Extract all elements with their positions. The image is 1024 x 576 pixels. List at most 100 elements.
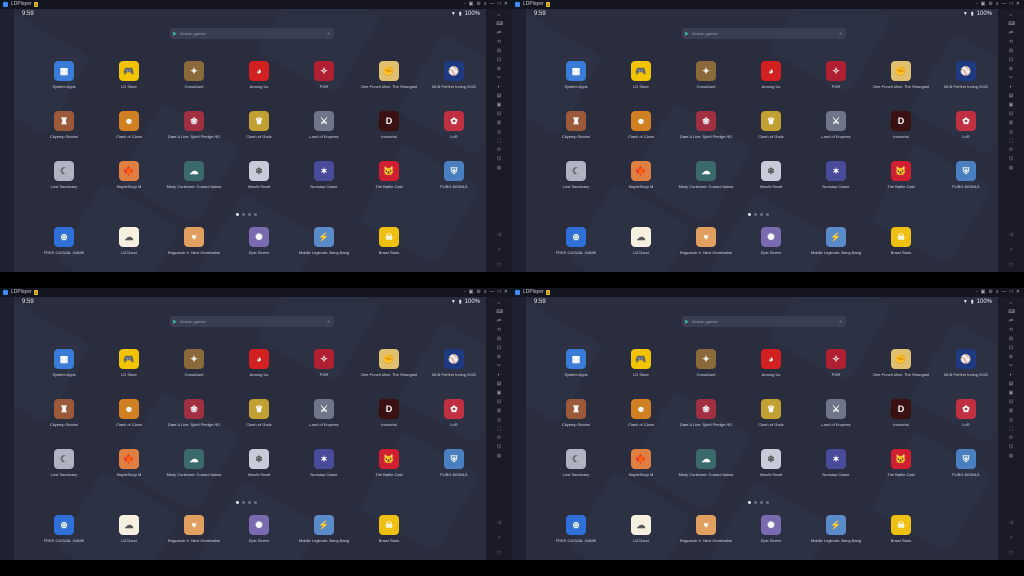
menu-icon[interactable]: ≡: [996, 288, 999, 297]
minimize-button[interactable]: —: [490, 288, 495, 297]
ldcloud-icon[interactable]: ☁: [119, 515, 139, 535]
among-us-icon[interactable]: ◕: [761, 61, 781, 81]
page-dot[interactable]: [248, 501, 251, 504]
recents-icon[interactable]: □: [496, 551, 502, 556]
cityemp-stories-icon[interactable]: ♜: [54, 111, 74, 131]
back-icon[interactable]: ◁: [496, 521, 502, 526]
mlb-perfect-inning-icon[interactable]: ⚾: [444, 61, 464, 81]
pgr-icon[interactable]: ✧: [826, 349, 846, 369]
app-shortcut[interactable]: ◕ Among Us: [741, 61, 801, 101]
app-shortcut[interactable]: ✺ Epic Seven: [741, 515, 801, 555]
page-dot[interactable]: [748, 501, 751, 504]
app-shortcut[interactable]: ✶ Nonstop Game: [806, 161, 866, 201]
page-dot[interactable]: [254, 213, 257, 216]
free-casual-game-icon[interactable]: ⊕: [54, 227, 74, 247]
among-us-icon[interactable]: ◕: [249, 349, 269, 369]
toolbar-button-icon[interactable]: ✂: [496, 364, 502, 369]
home-icon[interactable]: ○: [496, 536, 502, 541]
brawl-stars-icon[interactable]: ☠: [891, 227, 911, 247]
toolbar-button-icon[interactable]: ⬚: [1008, 427, 1014, 432]
app-shortcut[interactable]: ♜ Cityemp Stories: [546, 399, 606, 439]
search-icon[interactable]: ⌕: [839, 319, 842, 325]
land-of-empires-icon[interactable]: ⚔: [314, 111, 334, 131]
app-shortcut[interactable]: ☁ Misty Continent: Cursed Island: [676, 161, 736, 201]
ragnarok-x-icon[interactable]: ♥: [184, 515, 204, 535]
toolbar-button-icon[interactable]: ⊡: [496, 58, 502, 63]
land-of-empires-icon[interactable]: ⚔: [826, 399, 846, 419]
toolbar-button-icon[interactable]: ⌬: [1008, 157, 1014, 162]
mobile-legends-icon[interactable]: ⚡: [826, 227, 846, 247]
toolbar-button-icon[interactable]: ⇄: [496, 319, 502, 324]
toolbar-button-icon[interactable]: ⊟: [1008, 400, 1014, 405]
app-shortcut[interactable]: ❄ Nival's Heart: [229, 161, 289, 201]
back-icon[interactable]: ◁: [1008, 233, 1014, 238]
brawl-stars-icon[interactable]: ☠: [891, 515, 911, 535]
app-shortcut[interactable]: 🐱 The Battle Cats: [359, 449, 419, 489]
window-mode-icon[interactable]: ▫: [976, 0, 978, 9]
toolbar-button-icon[interactable]: ⊞: [1008, 49, 1014, 54]
maplestory-m-icon[interactable]: 🍁: [119, 449, 139, 469]
app-shortcut[interactable]: ◕ Among Us: [229, 61, 289, 101]
app-shortcut[interactable]: ❀ Date A Live: Spirit Pledge HD: [164, 111, 224, 151]
toolbar-button-icon[interactable]: ⊠: [1008, 409, 1014, 414]
app-shortcut[interactable]: ⛨ PUBG MOBILE: [936, 449, 996, 489]
epic-seven-icon[interactable]: ✺: [249, 227, 269, 247]
app-shortcut[interactable]: ✶ Nonstop Game: [806, 449, 866, 489]
app-shortcut[interactable]: ♥ Ragnarok X: Next Generation: [676, 227, 736, 267]
app-shortcut[interactable]: ☻ Clash of Clans: [611, 111, 671, 151]
toolbar-button-icon[interactable]: ⊠: [496, 121, 502, 126]
app-shortcut[interactable]: ✧ PGR: [294, 349, 354, 389]
toolbar-button-icon[interactable]: ⬚: [1008, 139, 1014, 144]
cityemp-stories-icon[interactable]: ♜: [566, 399, 586, 419]
app-shortcut[interactable]: ♜ Cityemp Stories: [34, 399, 94, 439]
ragnarok-x-icon[interactable]: ♥: [184, 227, 204, 247]
app-shortcut[interactable]: ⊕ FREE CASUAL GAME: [546, 515, 606, 555]
search-icon[interactable]: ⌕: [839, 31, 842, 37]
app-shortcut[interactable]: ☻ Clash of Clans: [99, 399, 159, 439]
one-punch-man-icon[interactable]: ✊: [891, 349, 911, 369]
toolbar-button-icon[interactable]: ⬚: [496, 427, 502, 432]
epic-seven-icon[interactable]: ✺: [761, 515, 781, 535]
date-a-live-icon[interactable]: ❀: [184, 399, 204, 419]
system-apps-icon[interactable]: ▦: [54, 349, 74, 369]
app-shortcut[interactable]: 🎮 LD Store: [611, 61, 671, 101]
toolbar-button-icon[interactable]: ⊞: [496, 337, 502, 342]
home-icon[interactable]: ○: [496, 248, 502, 253]
toolbar-button-icon[interactable]: ⬚: [496, 139, 502, 144]
app-shortcut[interactable]: ⚾ MLB Perfect Inning 2022: [424, 349, 484, 389]
toolbar-button-icon[interactable]: ▣: [1008, 391, 1014, 396]
land-of-empires-icon[interactable]: ⚔: [314, 399, 334, 419]
app-shortcut[interactable]: ☁ LDCloud: [611, 227, 671, 267]
search-icon[interactable]: ⌕: [327, 319, 330, 325]
app-shortcut[interactable]: 🍁 MapleStory M: [99, 449, 159, 489]
screenshot-icon[interactable]: ▣: [981, 288, 986, 297]
app-shortcut[interactable]: 🎮 LD Store: [99, 61, 159, 101]
ldcloud-icon[interactable]: ☁: [631, 515, 651, 535]
pgr-icon[interactable]: ✧: [314, 349, 334, 369]
app-shortcut[interactable]: D Immortal: [871, 111, 931, 151]
pubg-mobile-icon[interactable]: ⛨: [444, 161, 464, 181]
cityemp-stories-icon[interactable]: ♜: [54, 399, 74, 419]
app-shortcut[interactable]: ⚔ Land of Empires: [294, 399, 354, 439]
mlb-perfect-inning-icon[interactable]: ⚾: [444, 349, 464, 369]
toolbar-button-icon[interactable]: ⌨: [1008, 310, 1015, 315]
immortal-icon[interactable]: D: [379, 111, 399, 131]
toolbar-button-icon[interactable]: ⌬: [496, 157, 502, 162]
mlb-perfect-inning-icon[interactable]: ⚾: [956, 61, 976, 81]
toolbar-button-icon[interactable]: ◎: [1008, 130, 1014, 135]
menu-icon[interactable]: ≡: [484, 0, 487, 9]
nivals-heart-icon[interactable]: ❄: [761, 161, 781, 181]
page-dot[interactable]: [242, 213, 245, 216]
app-shortcut[interactable]: ♜ Cityemp Stories: [34, 111, 94, 151]
lost-sanctuary-icon[interactable]: ☾: [54, 449, 74, 469]
toolbar-button-icon[interactable]: ⊕: [496, 355, 502, 360]
minimize-button[interactable]: —: [1002, 0, 1007, 9]
app-shortcut[interactable]: ❄ Nival's Heart: [229, 449, 289, 489]
toolbar-button-icon[interactable]: ▣: [496, 103, 502, 108]
app-shortcut[interactable]: D Immortal: [359, 111, 419, 151]
page-dot[interactable]: [760, 501, 763, 504]
mlb-perfect-inning-icon[interactable]: ⚾: [956, 349, 976, 369]
app-shortcut[interactable]: ⚔ Land of Empires: [294, 111, 354, 151]
ragnarok-x-icon[interactable]: ♥: [696, 515, 716, 535]
toolbar-button-icon[interactable]: ⟲: [496, 40, 502, 45]
